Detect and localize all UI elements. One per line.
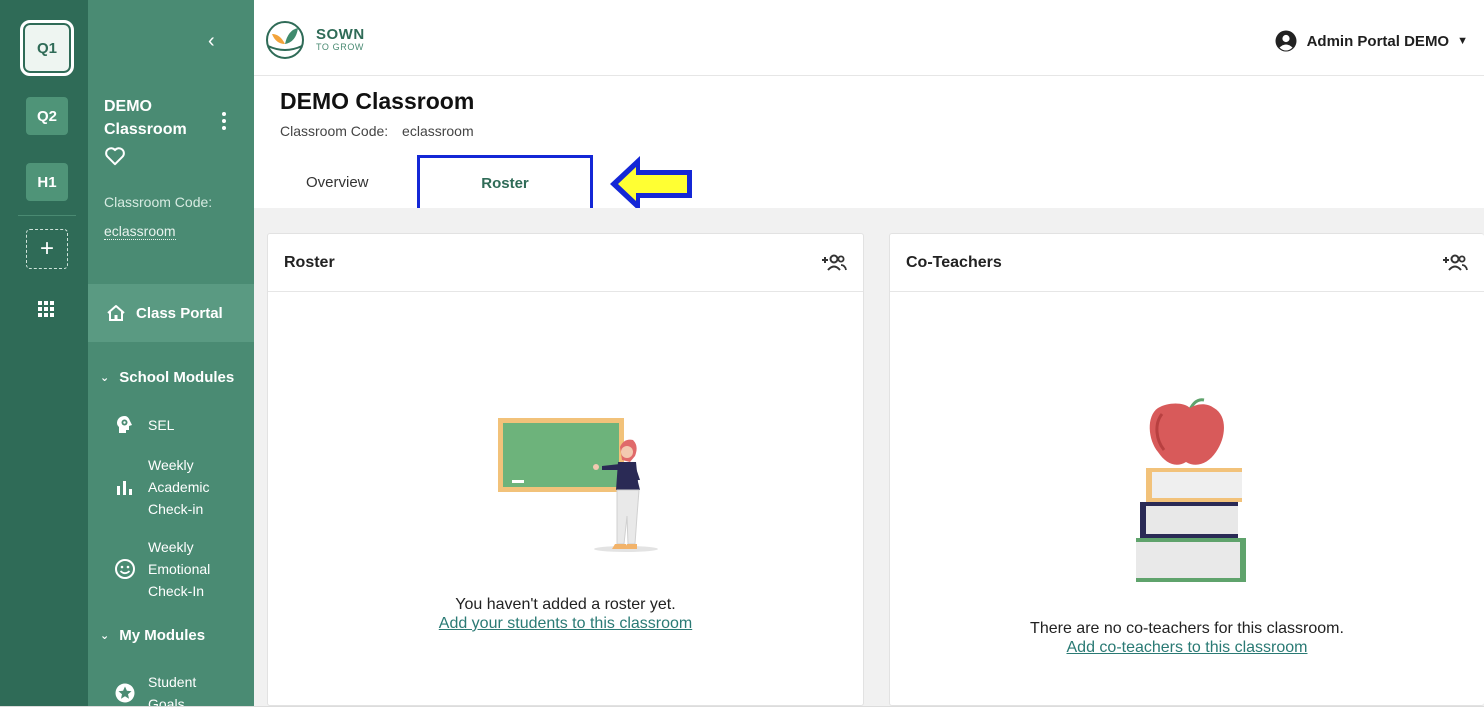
sown-to-grow-logo-icon[interactable] [262,20,308,60]
chevron-down-icon: ⌄ [100,372,110,384]
sidebar-item-class-portal[interactable]: Class Portal [88,284,254,342]
coteachers-card-title: Co-Teachers [906,253,1002,271]
add-student-icon[interactable] [821,253,847,273]
sidebar-item-student-goals[interactable]: Student Goals [114,671,218,706]
coteachers-card-header: Co-Teachers [890,234,1484,292]
top-header: SOWN TO GROW Admin Portal DEMO ▼ [254,0,1484,76]
user-menu[interactable]: Admin Portal DEMO ▼ [1275,30,1468,52]
logo-small-text: TO GROW [316,42,365,52]
add-term-button[interactable]: + [26,229,68,269]
section-label: School Modules [119,369,235,386]
bottom-edge [0,706,1484,714]
coteachers-card: Co-Teachers There are no co-teachers for… [889,233,1484,706]
app-root: Q1 Q2 H1 + ‹ DEMO Classroom Classroom Co… [0,0,1484,714]
term-rail: Q1 Q2 H1 + [0,0,88,706]
section-label: My Modules [119,627,206,644]
coteachers-empty-text: There are no co-teachers for this classr… [1030,620,1344,637]
apple-books-illustration-icon [1136,398,1246,582]
annotation-arrow-icon [610,156,692,212]
chevron-down-icon: ⌄ [100,630,110,642]
sidebar-item-label: Weekly Emotional Check-In [148,539,211,599]
add-coteachers-link[interactable]: Add co-teachers to this classroom [890,639,1484,657]
tab-roster-label: Roster [481,174,529,192]
chevron-left-icon[interactable]: ‹ [208,30,215,53]
smiley-icon [114,558,136,580]
roster-card-title: Roster [284,253,335,271]
roster-empty-text: You haven't added a roster yet. [455,596,676,613]
sidebar-item-label: Weekly Academic Check-in [148,457,210,517]
term-q1-button[interactable]: Q1 [20,20,74,76]
tab-overview[interactable]: Overview [306,174,369,191]
tab-roster-highlighted[interactable]: Roster [417,155,593,211]
bar-chart-icon [114,479,136,495]
apps-grid-icon[interactable] [37,300,55,318]
sidebar-item-label: Class Portal [136,304,223,322]
term-q2-button[interactable]: Q2 [26,97,68,135]
heart-icon[interactable] [104,146,126,166]
page-code-value: eclassroom [402,123,474,139]
roster-card-header: Roster [268,234,863,292]
add-coteacher-icon[interactable] [1442,253,1468,273]
sidebar-item-weekly-academic[interactable]: Weekly Academic Check-in [114,454,228,520]
caret-down-icon: ▼ [1457,35,1468,47]
kebab-menu-icon[interactable] [218,110,230,132]
logo-text: SOWN TO GROW [316,27,365,52]
sidebar-item-weekly-emotional[interactable]: Weekly Emotional Check-In [114,536,228,602]
classroom-sidebar: ‹ DEMO Classroom Classroom Code: eclassr… [88,0,254,706]
teacher-chalkboard-illustration-icon [498,418,658,552]
home-icon [107,305,125,321]
brain-gear-icon [114,414,136,436]
user-avatar-icon [1275,30,1297,52]
add-students-link[interactable]: Add your students to this classroom [268,615,863,633]
roster-card: Roster You haven't added a roster yet. A… [267,233,864,706]
page-title: DEMO Classroom [280,88,475,114]
sidebar-item-label: Student Goals [148,674,197,706]
star-badge-icon [114,682,136,704]
page-classroom-code: Classroom Code: eclassroom [280,123,474,139]
sidebar-classroom-name: DEMO Classroom [104,98,187,138]
sidebar-item-label: SEL [148,417,175,433]
user-name: Admin Portal DEMO [1306,32,1450,50]
sidebar-item-sel[interactable]: SEL [114,414,174,436]
rail-divider [18,215,76,216]
term-h1-button[interactable]: H1 [26,163,68,201]
section-school-modules[interactable]: ⌄ School Modules [100,369,234,386]
sidebar-code-label: Classroom Code: [104,194,213,210]
sidebar-code-value[interactable]: eclassroom [104,223,176,240]
section-my-modules[interactable]: ⌄ My Modules [100,627,205,644]
page-code-label: Classroom Code: [280,123,389,139]
logo-big-text: SOWN [316,26,365,43]
